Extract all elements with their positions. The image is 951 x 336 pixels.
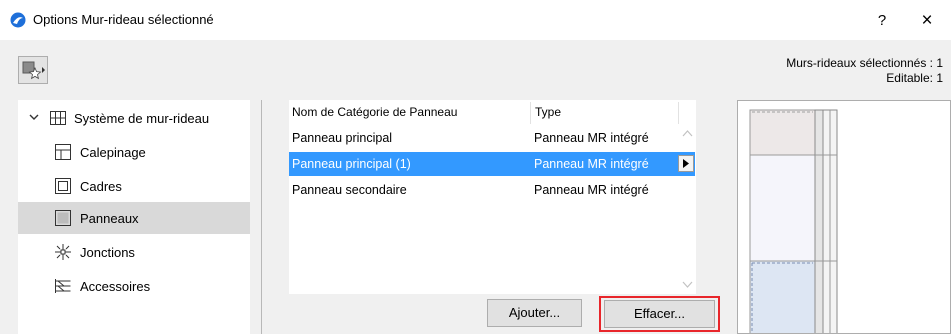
selected-walls-label: Murs-rideaux sélectionnés : 1	[786, 56, 943, 70]
panel-divider	[261, 100, 262, 334]
column-divider	[678, 102, 679, 124]
table-row[interactable]: Panneau secondaire Panneau MR intégré	[289, 178, 679, 202]
scroll-up-icon[interactable]	[682, 129, 693, 137]
panel-category-table: Nom de Catégorie de Panneau Type Panneau…	[289, 100, 696, 294]
tree-item-system-label: Système de mur-rideau	[74, 111, 210, 126]
row-type: Panneau MR intégré	[534, 183, 649, 197]
chevron-down-icon[interactable]	[28, 111, 40, 123]
curtain-wall-preview-drawing	[749, 109, 838, 335]
favorites-button[interactable]	[18, 56, 48, 84]
table-row[interactable]: Panneau principal Panneau MR intégré	[289, 126, 679, 150]
tree-item-panneaux-label: Panneaux	[80, 211, 139, 226]
row-type: Panneau MR intégré	[534, 131, 649, 145]
curtain-wall-icon	[50, 111, 66, 125]
column-header-type[interactable]: Type	[535, 105, 561, 119]
settings-tree: Système de mur-rideau Calepinage Cadres …	[18, 100, 250, 334]
add-button[interactable]: Ajouter...	[487, 299, 582, 327]
scroll-down-icon[interactable]	[682, 281, 693, 289]
title-bar: Options Mur-rideau sélectionné ? ×	[0, 0, 951, 40]
row-type: Panneau MR intégré	[534, 157, 649, 171]
junction-icon	[55, 244, 71, 260]
tree-item-cadres-label: Cadres	[80, 179, 122, 194]
column-header-name[interactable]: Nom de Catégorie de Panneau	[292, 105, 457, 119]
favorites-icon	[22, 61, 45, 80]
table-scrollbar[interactable]	[679, 124, 696, 294]
tree-item-calepinage-label: Calepinage	[80, 145, 146, 160]
row-name: Panneau secondaire	[292, 183, 407, 197]
window-title: Options Mur-rideau sélectionné	[33, 12, 214, 27]
tree-item-calepinage[interactable]: Calepinage	[18, 136, 250, 168]
table-header: Nom de Catégorie de Panneau Type	[289, 100, 696, 124]
app-logo-icon	[10, 12, 26, 28]
tree-item-panneaux[interactable]: Panneaux	[18, 202, 250, 234]
tree-item-jonctions[interactable]: Jonctions	[18, 236, 250, 268]
tree-item-jonctions-label: Jonctions	[80, 245, 135, 260]
tree-item-accessoires-label: Accessoires	[80, 279, 151, 294]
curtain-wall-preview	[737, 100, 951, 335]
scheme-icon	[55, 144, 71, 160]
frame-icon	[55, 178, 71, 194]
delete-button[interactable]: Effacer...	[604, 300, 715, 328]
accessory-icon	[55, 279, 71, 293]
selection-count: Murs-rideaux sélectionnés : 1 Editable: …	[786, 56, 943, 86]
row-name: Panneau principal (1)	[292, 157, 411, 171]
tree-item-cadres[interactable]: Cadres	[18, 170, 250, 202]
editable-label: Editable: 1	[886, 71, 943, 85]
row-name: Panneau principal	[292, 131, 393, 145]
tree-item-accessoires[interactable]: Accessoires	[18, 270, 250, 302]
close-button[interactable]: ×	[915, 9, 939, 33]
tree-item-system[interactable]: Système de mur-rideau	[18, 102, 250, 134]
table-row-selected[interactable]: Panneau principal (1) Panneau MR intégré	[289, 152, 695, 176]
panel-icon	[55, 210, 71, 226]
help-button[interactable]: ?	[870, 9, 894, 33]
column-divider	[530, 102, 531, 124]
